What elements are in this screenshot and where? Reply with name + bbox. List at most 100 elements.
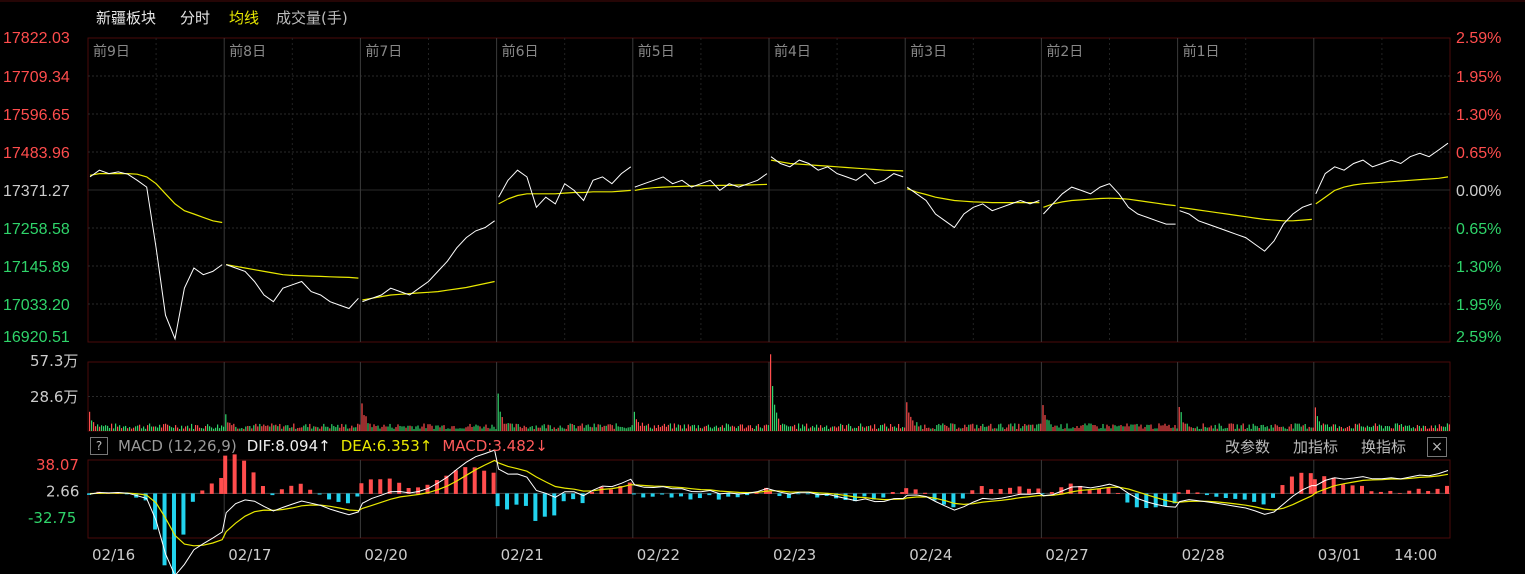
macd-bar [523,493,528,506]
volume-bar [1094,425,1096,431]
volume-bar [846,425,848,431]
volume-bar [1288,426,1290,431]
volume-bar [283,426,285,431]
volume-bar [1246,428,1248,431]
volume-bar [1024,423,1026,431]
volume-bar [351,425,353,431]
volume-bar [345,424,347,431]
volume-bar [473,426,475,431]
volume-bar [902,427,904,431]
volume-bar [850,426,852,431]
volume-bar [1352,428,1354,431]
macd-bar [491,472,496,494]
volume-bar [457,428,459,431]
volume-bar [962,428,964,431]
volume-bar [355,427,357,431]
volume-bar [1248,424,1250,431]
volume-bar [175,425,177,431]
volume-bar [1074,427,1076,431]
volume-bar [657,424,659,431]
volume-bar [741,424,743,431]
volume-bar [810,427,812,431]
macd-bar [1350,485,1355,494]
volume-bar [1188,426,1190,431]
macd-bar [336,493,341,502]
volume-bar [699,427,701,431]
volume-bar [1030,424,1032,431]
volume-bar [938,423,940,431]
macd-bar [1322,476,1327,494]
volume-bar [315,426,317,431]
volume-bar [577,426,579,431]
volume-bar [932,428,934,431]
close-icon[interactable]: × [1427,437,1447,457]
price-tick-label: 16920.51 [3,329,70,346]
volume-bar [1118,425,1120,431]
volume-bar [1042,405,1044,431]
volume-bar [1162,425,1164,431]
macd-bar [1026,488,1031,494]
volume-bar [401,426,403,431]
volume-bar [890,424,892,431]
volume-bar [363,415,365,431]
macd-bar [153,493,158,530]
volume-bar [1338,426,1340,431]
volume-bar [1096,426,1098,431]
tab-intraday[interactable]: 分时 [180,7,210,28]
macd-bar [571,493,576,500]
volume-bar [369,423,371,431]
volume-bar [1008,424,1010,431]
volume-bar [611,425,613,431]
volume-bar [1228,423,1230,431]
volume-bar [1122,426,1124,431]
volume-bar [1126,423,1128,431]
volume-bar [1006,427,1008,431]
volume-bar [583,427,585,431]
volume-bar [998,424,1000,431]
volume-bar [1184,423,1186,431]
volume-bar [585,425,587,431]
switch-indicator-button[interactable]: 换指标 [1361,436,1406,457]
volume-bar [1342,428,1344,431]
volume-bar [277,426,279,431]
macd-bar [181,493,186,535]
volume-bar [1432,428,1434,431]
volume-bar [1360,426,1362,431]
volume-bar [842,424,844,431]
volume-bar [629,427,631,431]
chart-canvas[interactable]: 17822.03 17709.34 17596.65 17483.96 17371.27… [0,0,1525,574]
volume-bar [89,411,91,431]
volume-bar [131,428,133,431]
volume-bar [643,425,645,431]
add-indicator-button[interactable]: 加指标 [1293,436,1338,457]
volume-bar [794,424,796,431]
volume-bar [824,426,826,431]
macd-bar [796,493,801,495]
volume-bar [381,426,383,431]
volume-bar [1310,427,1312,431]
macd-bar [378,479,383,494]
volume-bar [313,426,315,431]
avg-line-toggle[interactable]: 均线 [229,7,259,28]
change-params-button[interactable]: 改参数 [1225,436,1270,457]
date-label: 14:00 [1394,546,1437,564]
volume-bar [505,423,507,431]
volume-bar [107,425,109,431]
volume-bar [443,425,445,431]
volume-bar [383,424,385,431]
volume-bar [1198,429,1200,431]
volume-bar [279,423,281,431]
volume-bar [840,423,842,431]
volume-bar [1112,424,1114,431]
volume-bar [109,428,111,431]
volume-bar [958,427,960,431]
help-icon[interactable]: ? [90,437,108,455]
volume-bar [419,428,421,431]
volume-bar [1414,428,1416,431]
volume-bar [503,423,505,431]
volume-bar [1406,425,1408,431]
volume-bar [663,423,665,431]
price-tick-label: 17371.27 [3,183,70,200]
volume-bar [1180,412,1182,431]
volume-bar [655,427,657,431]
